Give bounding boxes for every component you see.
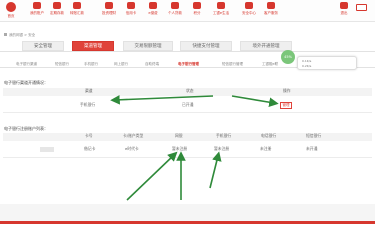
accounts-table-header: 卡号 卡/账户类型 网银 手机银行 电话银行 短信银行 [3, 133, 372, 141]
nav-label: 积分 [193, 11, 201, 15]
life-icon [217, 2, 225, 9]
nav-item-deposit[interactable]: 定期存款 [48, 2, 66, 22]
nav-item-card[interactable]: 信用卡 [122, 2, 140, 22]
logout-icon[interactable] [356, 4, 367, 11]
nav-item-security[interactable]: 安全中心 [240, 2, 258, 22]
nav-label: 信用卡 [125, 11, 137, 15]
speed-badge[interactable]: 45% [281, 50, 295, 64]
subtab-rongel[interactable]: 工银融e联 [262, 60, 278, 68]
nav-item-points[interactable]: 积分 [188, 2, 206, 22]
pay-icon [149, 2, 157, 9]
arrow-to-status [110, 95, 214, 105]
exit-icon [340, 2, 348, 9]
nav-item-invest[interactable]: 投资理财 [100, 2, 118, 22]
nav-label: 安全中心 [242, 11, 256, 15]
card-icon [127, 2, 135, 9]
download-speed: 0.2K/s [302, 64, 312, 68]
col-card: 卡号 [85, 133, 93, 138]
col-sms: 短信银行 [306, 133, 322, 138]
col-mobile: 手机银行 [216, 133, 232, 138]
footer-bar [0, 221, 375, 224]
upload-speed: 0.1K/s [302, 59, 312, 63]
main-tabs: 安全管理 渠道管理 交易限额管理 快捷支付管理 境外开通管理 [0, 41, 375, 52]
transfer-icon [73, 2, 81, 9]
nav-label: 定期存款 [50, 11, 64, 15]
subtab-ebank-manage[interactable]: 电子银行管理 [178, 60, 199, 68]
section-accounts-title: 电子银行注册账户列表： [4, 126, 48, 131]
subtab-online-bank[interactable]: 网上银行 [114, 60, 128, 68]
nav-item-loan[interactable]: 个人贷款 [166, 2, 184, 22]
channel-status: 已开通 [182, 102, 194, 107]
loan-icon [171, 2, 179, 9]
col-status: 状态 [186, 88, 194, 93]
deposit-icon [53, 2, 61, 9]
tab-limit-manage[interactable]: 交易限额管理 [123, 41, 173, 51]
col-phone: 电话银行 [261, 133, 277, 138]
nav-item-home[interactable]: 首页 [2, 2, 20, 22]
subtab-self-service[interactable]: 自助终端 [145, 60, 159, 68]
divider [3, 112, 372, 113]
home-icon [6, 2, 16, 12]
channel-name: 手机银行 [80, 102, 96, 107]
card-type: e时代卡 [125, 146, 139, 151]
divider [3, 157, 372, 158]
breadcrumb: 我的网银 > 安全 [4, 33, 35, 38]
nav-item-pay[interactable]: e缴费 [144, 2, 162, 22]
security-icon [245, 2, 253, 9]
channel-table-header: 渠道 状态 操作 [3, 88, 372, 96]
tab-security-manage[interactable]: 安全管理 [22, 41, 64, 51]
phone-bank-status: 未注册 [260, 146, 272, 151]
nav-item-account[interactable]: 我的账户 [28, 2, 46, 22]
mobile-bank-status[interactable]: 暂未注册 [214, 146, 229, 152]
nav-label: 我的账户 [30, 11, 44, 15]
tab-overseas-manage[interactable]: 境外开通管理 [240, 41, 292, 51]
tab-quickpay-manage[interactable]: 快捷支付管理 [180, 41, 232, 51]
sms-bank-status: 未开通 [306, 146, 318, 151]
account-icon [33, 2, 41, 9]
card-category: 借记卡 [84, 146, 96, 151]
nav-label: e缴费 [148, 11, 158, 15]
points-icon [193, 2, 201, 9]
col-action: 操作 [283, 88, 291, 93]
invest-icon [105, 2, 113, 9]
service-icon [267, 2, 275, 9]
subtab-sms-manage[interactable]: 短信银行管理 [222, 60, 243, 68]
nav-label: 工银e生活 [212, 11, 230, 15]
ebank-status[interactable]: 暂未注册 [172, 146, 187, 152]
speed-panel: 0.1K/s 0.2K/s [297, 56, 357, 70]
col-ebank: 网银 [175, 133, 183, 138]
arrow-to-mobile [209, 151, 222, 189]
nav-label: 首页 [7, 14, 15, 18]
subtab-sms-bank[interactable]: 短信银行 [55, 60, 69, 68]
arrow-to-manage [231, 95, 279, 107]
subtab-ebank-channel[interactable]: 电子银行渠道 [16, 60, 37, 68]
nav-label: 转账汇款 [70, 11, 84, 15]
subtab-mobile-bank[interactable]: 手机银行 [84, 60, 98, 68]
home-small-icon [4, 33, 7, 36]
section-channel-status-title: 电子银行渠道开通情况： [4, 80, 48, 85]
nav-label: 个人贷款 [168, 11, 182, 15]
col-channel: 渠道 [85, 88, 93, 93]
arrow-to-ebank [126, 151, 178, 201]
nav-item-service[interactable]: 客户服务 [262, 2, 280, 22]
tab-channel-manage[interactable]: 渠道管理 [72, 41, 114, 51]
nav-item-transfer[interactable]: 转账汇款 [68, 2, 86, 22]
nav-label: 客户服务 [264, 11, 278, 15]
col-type: 卡/账户类型 [123, 133, 144, 138]
masked-card-number [40, 147, 54, 152]
breadcrumb-text: 我的网银 > 安全 [9, 33, 36, 37]
manage-button[interactable]: 管理 [280, 102, 292, 109]
nav-label: 退出 [340, 11, 348, 15]
footer [0, 204, 375, 224]
nav-item-exit[interactable]: 退出 [335, 2, 353, 22]
top-navigation: 首页 我的账户 定期存款 转账汇款 投资理财 信用卡 e缴费 个人贷款 积分 工… [0, 0, 375, 22]
nav-label: 投资理财 [102, 11, 116, 15]
nav-item-life[interactable]: 工银e生活 [212, 2, 230, 22]
